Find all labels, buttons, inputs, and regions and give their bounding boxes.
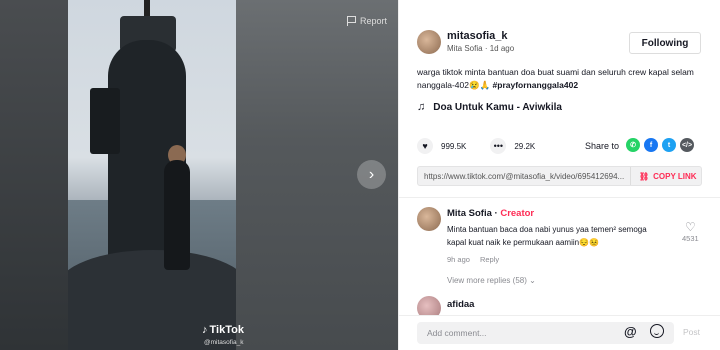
- view-more-replies[interactable]: View more replies (58) ⌄: [447, 276, 536, 285]
- post-button[interactable]: Post: [683, 327, 700, 337]
- facebook-icon[interactable]: f: [644, 138, 658, 152]
- copy-link-label: COPY LINK: [653, 171, 697, 181]
- flag-icon: [347, 16, 356, 26]
- report-label: Report: [360, 16, 388, 26]
- reply-button[interactable]: Reply: [480, 255, 499, 264]
- copy-link-button[interactable]: ⛓ COPY LINK: [630, 167, 697, 185]
- following-button[interactable]: Following: [629, 32, 701, 54]
- music-title: Doa Untuk Kamu - Aviwkila: [433, 101, 562, 113]
- like-count: 999.5K: [441, 141, 467, 151]
- heart-outline-icon: ♡: [684, 220, 696, 234]
- share-icons: ✆ f t </>: [626, 138, 694, 152]
- like-button[interactable]: ♥: [417, 138, 433, 154]
- twitter-icon[interactable]: t: [662, 138, 676, 152]
- tiktok-note-icon: ♪: [202, 324, 208, 336]
- author-username[interactable]: mitasofia_k: [447, 30, 508, 42]
- comment-author-2[interactable]: afidaa: [447, 299, 474, 310]
- whatsapp-icon[interactable]: ✆: [626, 138, 640, 152]
- comment-time: 9h ago: [447, 255, 470, 264]
- video-blur-left: [0, 0, 68, 350]
- video-frame[interactable]: [68, 0, 236, 350]
- commenter-avatar[interactable]: [417, 207, 441, 231]
- emoji-icon[interactable]: [650, 324, 664, 338]
- post-caption: warga tiktok minta bantuan doa buat suam…: [417, 66, 707, 92]
- comment-count: 29.2K: [514, 141, 536, 151]
- music-link[interactable]: ♫ Doa Untuk Kamu - Aviwkila: [417, 101, 562, 113]
- chevron-right-icon: ›: [368, 165, 375, 183]
- share-link-text[interactable]: https://www.tiktok.com/@mitasofia_k/vide…: [418, 172, 626, 181]
- share-link-box: https://www.tiktok.com/@mitasofia_k/vide…: [417, 166, 702, 186]
- watermark-brand: TikTok: [209, 324, 244, 336]
- comment-like-button[interactable]: ♡ 4531: [682, 220, 699, 243]
- video-player[interactable]: Report › ♪ TikTok @mitasofia_k: [0, 0, 398, 350]
- video-person: [164, 160, 190, 270]
- hashtag-link[interactable]: #prayfornanggala402: [493, 80, 579, 90]
- comments-divider: [399, 197, 720, 198]
- next-video-button[interactable]: ›: [357, 160, 386, 189]
- comment-author-name: Mita Sofia: [447, 208, 492, 219]
- link-icon: ⛓: [639, 171, 650, 181]
- post-time: 1d ago: [489, 44, 515, 53]
- mention-icon[interactable]: @: [624, 324, 637, 339]
- author-meta: Mita Sofia · 1d ago: [447, 44, 514, 53]
- author-display-name: Mita Sofia: [447, 44, 483, 53]
- engagement-stats: ♥ 999.5K ••• 29.2K: [417, 138, 535, 154]
- embed-icon[interactable]: </>: [680, 138, 694, 152]
- report-button[interactable]: Report: [347, 16, 387, 26]
- comment-author[interactable]: Mita Sofia · Creator: [447, 208, 534, 219]
- author-avatar[interactable]: [417, 30, 441, 54]
- music-note-icon: ♫: [417, 101, 426, 113]
- view-more-label: View more replies (58): [447, 276, 527, 285]
- comment-text: Minta bantuan baca doa nabi yunus yaa te…: [447, 225, 647, 247]
- share-label: Share to: [585, 141, 620, 151]
- watermark-user: @mitasofia_k: [204, 339, 244, 346]
- comment-button[interactable]: •••: [490, 138, 507, 154]
- comment-meta: 9h ago Reply: [447, 255, 499, 264]
- video-fin: [90, 88, 120, 154]
- comment-bubble-icon: •••: [493, 141, 504, 151]
- tiktok-watermark: ♪ TikTok: [202, 324, 244, 336]
- creator-badge: Creator: [500, 208, 535, 219]
- chevron-down-icon: ⌄: [529, 276, 536, 285]
- heart-icon: ♥: [422, 141, 428, 151]
- comment-like-count: 4531: [682, 234, 699, 243]
